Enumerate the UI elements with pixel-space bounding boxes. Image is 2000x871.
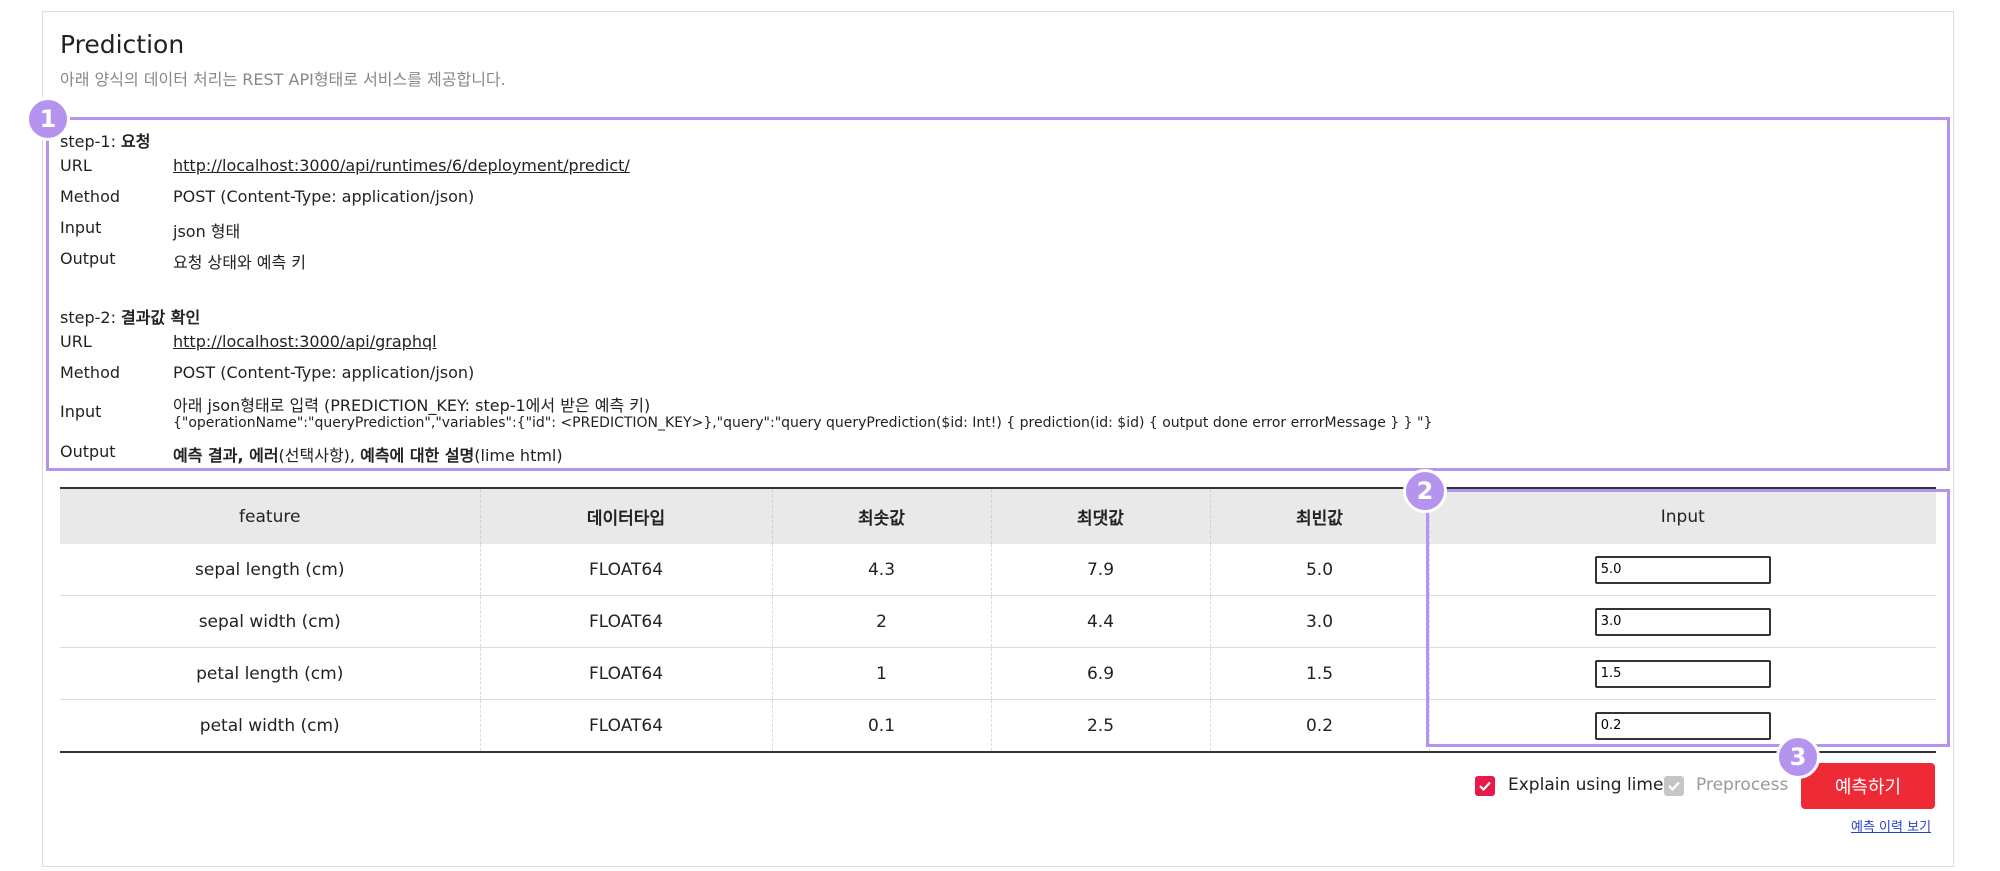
step1-input-label: Input (60, 218, 102, 237)
step1-output-value: 요청 상태와 예측 키 (173, 253, 307, 272)
type-cell: FLOAT64 (480, 544, 773, 596)
step1-heading: step-1: 요청 (60, 128, 151, 152)
step2-input-label: Input (60, 402, 102, 421)
prediction-history-link[interactable]: 예측 이력 보기 (1851, 816, 1931, 835)
badge-2: 2 (1403, 469, 1447, 513)
min-cell: 1 (772, 647, 992, 700)
step2-prefix: step-2: (60, 308, 122, 327)
step2-output-bold2: 예측에 대한 설명 (360, 446, 475, 465)
step1-url-label: URL (60, 156, 92, 175)
step2-output-text2: (lime html) (474, 446, 563, 465)
predict-button[interactable]: 예측하기 (1801, 763, 1935, 809)
step1-method-value: POST (Content-Type: application/json) (173, 187, 475, 206)
preprocess-checkbox[interactable] (1664, 776, 1684, 796)
step2-url-label: URL (60, 332, 92, 351)
header-max: 최댓값 (991, 487, 1211, 544)
preprocess-label[interactable]: Preprocess (1696, 775, 1788, 795)
step2-output-bold1: 예측 결과, 에러 (173, 446, 279, 465)
max-cell: 6.9 (991, 647, 1211, 700)
step2-input-line2: {"operationName":"queryPrediction","vari… (173, 415, 1433, 431)
step2-url-link[interactable]: http://localhost:3000/api/graphql (173, 332, 437, 351)
check-icon (1479, 781, 1491, 792)
step1-method-label: Method (60, 187, 121, 206)
min-cell: 4.3 (772, 544, 992, 596)
explain-lime-checkbox[interactable] (1475, 776, 1495, 796)
feature-cell: petal length (cm) (60, 647, 481, 700)
input-column-highlight (1426, 489, 1950, 747)
min-cell: 2 (772, 595, 992, 648)
header-data-type: 데이터타입 (480, 487, 773, 544)
step2-method-label: Method (60, 363, 121, 382)
feature-cell: sepal length (cm) (60, 544, 481, 596)
explain-lime-label[interactable]: Explain using lime (1508, 775, 1663, 795)
max-cell: 7.9 (991, 544, 1211, 596)
step2-output-label: Output (60, 442, 116, 461)
type-cell: FLOAT64 (480, 699, 773, 753)
step1-prefix: step-1: (60, 132, 122, 151)
step2-method-value: POST (Content-Type: application/json) (173, 363, 475, 382)
step2-title: 결과값 확인 (121, 308, 201, 327)
step2-input-line1: 아래 json형태로 입력 (PREDICTION_KEY: step-1에서 … (173, 396, 651, 415)
feature-cell: sepal width (cm) (60, 595, 481, 648)
mode-cell: 3.0 (1210, 595, 1430, 648)
step1-title: 요청 (121, 132, 151, 151)
type-cell: FLOAT64 (480, 647, 773, 700)
mode-cell: 5.0 (1210, 544, 1430, 596)
step1-input-value: json 형태 (173, 222, 241, 241)
badge-3: 3 (1776, 735, 1820, 779)
type-cell: FLOAT64 (480, 595, 773, 648)
step2-output-text1: (선택사항), (278, 446, 361, 465)
step2-heading: step-2: 결과값 확인 (60, 304, 200, 328)
min-cell: 0.1 (772, 699, 992, 753)
max-cell: 4.4 (991, 595, 1211, 648)
page-title: Prediction (60, 30, 185, 59)
check-icon (1668, 781, 1680, 792)
step2-output-value: 예측 결과, 에러(선택사항), 예측에 대한 설명(lime html) (173, 442, 563, 466)
feature-cell: petal width (cm) (60, 699, 481, 753)
header-mode: 최빈값 (1210, 487, 1430, 544)
header-min: 최솟값 (772, 487, 992, 544)
page-subtitle: 아래 양식의 데이터 처리는 REST API형태로 서비스를 제공합니다. (60, 70, 506, 89)
header-feature: feature (60, 487, 481, 544)
mode-cell: 1.5 (1210, 647, 1430, 700)
step1-output-label: Output (60, 249, 116, 268)
mode-cell: 0.2 (1210, 699, 1430, 753)
step1-url-link[interactable]: http://localhost:3000/api/runtimes/6/dep… (173, 156, 630, 175)
max-cell: 2.5 (991, 699, 1211, 753)
